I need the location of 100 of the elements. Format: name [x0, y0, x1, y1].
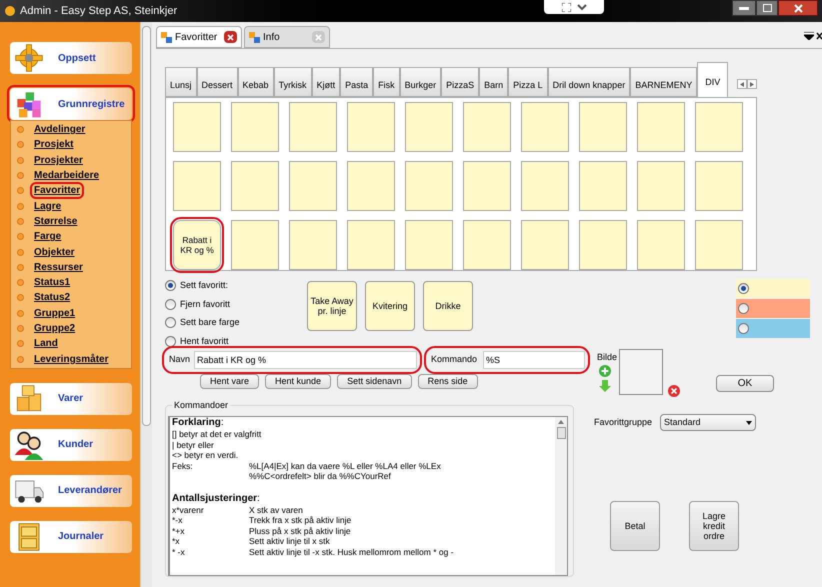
- submenu-link[interactable]: Farge: [32, 230, 64, 244]
- nav-section-button[interactable]: Oppsett: [10, 42, 132, 74]
- large-button[interactable]: Betal: [610, 501, 660, 551]
- empty-tile[interactable]: [289, 102, 337, 152]
- name-field[interactable]: Navn Rabatt i KR og %: [165, 349, 419, 371]
- nav-section-button[interactable]: Kunder: [10, 428, 132, 461]
- action-button[interactable]: Hent kunde: [265, 374, 332, 389]
- scrollbar-thumb[interactable]: [556, 427, 566, 439]
- empty-tile[interactable]: [289, 161, 337, 211]
- close-button[interactable]: [778, 0, 818, 16]
- dropdown-arrow-icon[interactable]: [804, 32, 814, 40]
- page-tab[interactable]: PizzaS: [441, 67, 480, 97]
- page-tab[interactable]: Dril down knapper: [548, 67, 630, 97]
- delete-icon[interactable]: [668, 385, 680, 397]
- submenu-link[interactable]: Medarbeidere: [32, 169, 102, 182]
- action-button[interactable]: Hent vare: [200, 374, 260, 389]
- radio-button[interactable]: [738, 283, 749, 294]
- empty-tile[interactable]: [405, 220, 453, 270]
- submenu-link[interactable]: Status2: [32, 291, 72, 304]
- color-swatch[interactable]: [736, 319, 810, 338]
- large-button[interactable]: Lagre kredit ordre: [689, 501, 739, 551]
- quick-button[interactable]: Kvitering: [365, 281, 415, 331]
- empty-tile[interactable]: [347, 161, 395, 211]
- submenu-link[interactable]: Leveringsmåter: [32, 352, 110, 366]
- submenu-link[interactable]: Gruppe2: [32, 322, 78, 335]
- radio-button[interactable]: [165, 298, 176, 310]
- tab-close-icon[interactable]: [224, 31, 237, 43]
- nav-section-button[interactable]: Varer: [10, 382, 132, 415]
- scroll-up-icon[interactable]: [558, 420, 564, 424]
- nav-section-button[interactable]: Grunnregistre: [10, 88, 132, 120]
- chevron-down-icon[interactable]: [576, 4, 586, 10]
- scrollbar[interactable]: [555, 417, 567, 575]
- empty-tile[interactable]: [579, 220, 627, 270]
- page-tab[interactable]: Kjøtt: [312, 67, 340, 97]
- page-tab[interactable]: Pasta: [340, 67, 374, 97]
- nav-section-button[interactable]: Journaler: [10, 520, 132, 553]
- minimize-button[interactable]: [732, 0, 756, 16]
- empty-tile[interactable]: [521, 220, 569, 270]
- radio-button[interactable]: [165, 280, 176, 292]
- submenu-link[interactable]: Land: [32, 337, 60, 350]
- page-tab[interactable]: Fisk: [373, 67, 400, 97]
- empty-tile[interactable]: [579, 102, 627, 152]
- empty-tile[interactable]: [521, 102, 569, 152]
- submenu-link[interactable]: Favoritter: [32, 184, 82, 198]
- action-button[interactable]: Sett sidenavn: [337, 374, 412, 389]
- quick-button[interactable]: Take Away pr. linje: [307, 281, 357, 331]
- empty-tile[interactable]: [347, 102, 395, 152]
- radio-button[interactable]: [165, 336, 176, 347]
- name-input[interactable]: Rabatt i KR og %: [194, 351, 417, 369]
- command-field[interactable]: Kommando %S: [427, 349, 587, 371]
- page-tab[interactable]: Dessert: [196, 67, 238, 97]
- empty-tile[interactable]: [637, 102, 685, 152]
- action-button[interactable]: Rens side: [418, 374, 478, 389]
- empty-tile[interactable]: [231, 102, 279, 152]
- empty-tile[interactable]: [695, 220, 743, 270]
- empty-tile[interactable]: [637, 220, 685, 270]
- submenu-link[interactable]: Gruppe1: [32, 306, 78, 320]
- down-arrow-icon[interactable]: [599, 380, 612, 392]
- submenu-link[interactable]: Prosjekt: [32, 138, 76, 152]
- quick-button[interactable]: Drikke: [423, 281, 473, 331]
- page-tab[interactable]: DIV: [697, 62, 728, 97]
- scroll-right-icon[interactable]: [747, 79, 757, 89]
- document-tab[interactable]: Favoritter: [156, 26, 242, 48]
- page-tab[interactable]: Tyrkisk: [274, 67, 312, 97]
- page-tab[interactable]: Pizza L: [508, 67, 548, 97]
- empty-tile[interactable]: [463, 161, 511, 211]
- color-swatch[interactable]: [736, 279, 810, 298]
- submenu-link[interactable]: Prosjekter: [32, 154, 85, 167]
- empty-tile[interactable]: [405, 102, 453, 152]
- group-dropdown[interactable]: Standard: [660, 414, 756, 431]
- radio-button[interactable]: [738, 303, 749, 314]
- maximize-button[interactable]: [756, 0, 778, 16]
- favorite-tile[interactable]: Rabatt i KR og %: [173, 220, 221, 270]
- page-tab[interactable]: BARNEMENY: [630, 67, 698, 97]
- color-swatch[interactable]: [736, 299, 810, 318]
- empty-tile[interactable]: [695, 102, 743, 152]
- fullscreen-icon[interactable]: [562, 2, 570, 12]
- empty-tile[interactable]: [231, 220, 279, 270]
- empty-tile[interactable]: [173, 161, 221, 211]
- page-tab[interactable]: Barn: [479, 67, 508, 97]
- empty-tile[interactable]: [695, 161, 743, 211]
- close-icon[interactable]: [816, 32, 822, 40]
- page-tab[interactable]: Lunsj: [165, 67, 197, 97]
- submenu-link[interactable]: Størrelse: [32, 214, 80, 228]
- radio-button[interactable]: [165, 317, 176, 328]
- add-icon[interactable]: [599, 365, 612, 377]
- empty-tile[interactable]: [521, 161, 569, 211]
- empty-tile[interactable]: [637, 161, 685, 211]
- page-tab[interactable]: Burkger: [400, 67, 442, 97]
- page-tab[interactable]: Kebab: [238, 67, 274, 97]
- empty-tile[interactable]: [347, 220, 395, 270]
- empty-tile[interactable]: [463, 102, 511, 152]
- scroll-left-icon[interactable]: [737, 79, 747, 89]
- submenu-link[interactable]: Lagre: [32, 200, 64, 213]
- empty-tile[interactable]: [231, 161, 279, 211]
- submenu-link[interactable]: Ressurser: [32, 260, 85, 274]
- empty-tile[interactable]: [289, 220, 337, 270]
- radio-button[interactable]: [738, 323, 749, 334]
- command-input[interactable]: %S: [483, 351, 585, 369]
- submenu-link[interactable]: Objekter: [32, 246, 77, 259]
